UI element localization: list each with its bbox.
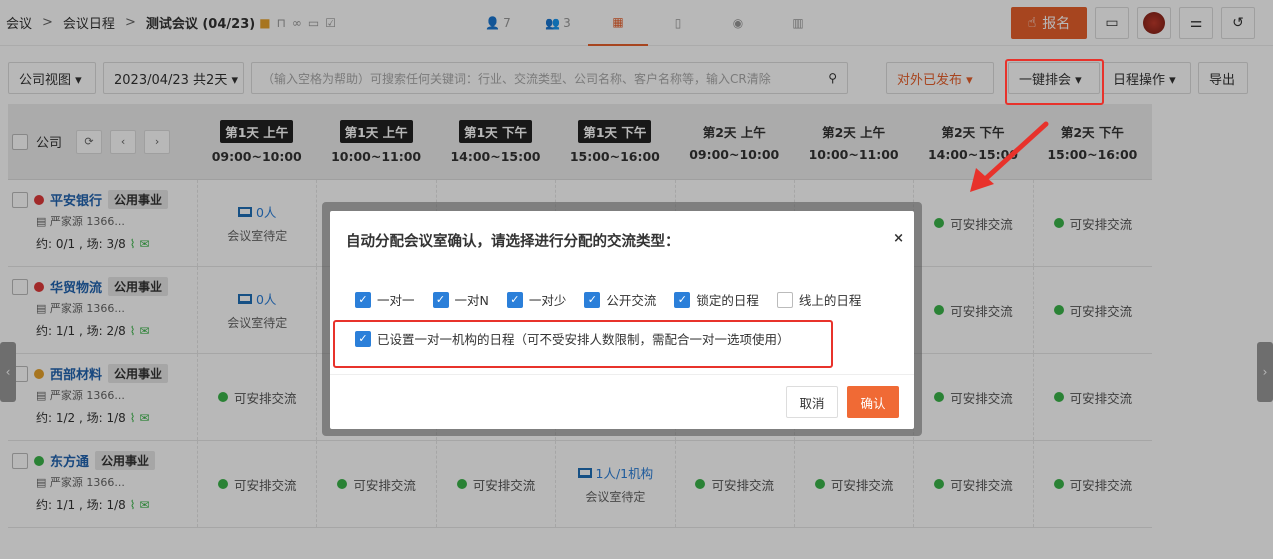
option-checkbox[interactable]: ✓ bbox=[584, 291, 601, 308]
option-label: 锁定的日程 bbox=[696, 293, 759, 308]
exchange-type-option[interactable]: 线上的日程 bbox=[776, 290, 862, 309]
modal-divider bbox=[330, 374, 914, 375]
exchange-type-options: ✓ 一对一 ✓ 一对N ✓ 一对少 ✓ 公开交流 ✓ 锁定的日程 线上的日程 bbox=[355, 290, 861, 309]
option-checkbox[interactable] bbox=[776, 291, 793, 308]
option-checkbox[interactable]: ✓ bbox=[506, 291, 523, 308]
close-icon[interactable]: × bbox=[893, 231, 904, 246]
option-label: 线上的日程 bbox=[798, 293, 862, 308]
option-label: 公开交流 bbox=[606, 293, 657, 308]
exchange-type-option[interactable]: ✓ 一对N bbox=[432, 290, 489, 309]
option-label: 一对少 bbox=[528, 293, 567, 308]
exchange-type-option[interactable]: ✓ 一对少 bbox=[506, 290, 567, 309]
option-checkbox[interactable]: ✓ bbox=[674, 291, 691, 308]
highlight-extra-option bbox=[333, 320, 833, 368]
exchange-type-option[interactable]: ✓ 一对一 bbox=[355, 290, 415, 309]
annotation-arrow-icon bbox=[970, 121, 1049, 192]
highlight-auto-arrange bbox=[1005, 59, 1104, 105]
option-label: 一对一 bbox=[377, 293, 415, 308]
option-label: 一对N bbox=[454, 293, 489, 308]
option-checkbox[interactable]: ✓ bbox=[432, 291, 449, 308]
confirm-button[interactable]: 确认 bbox=[847, 386, 899, 418]
exchange-type-option[interactable]: ✓ 锁定的日程 bbox=[674, 290, 759, 309]
exchange-type-option[interactable]: ✓ 公开交流 bbox=[584, 290, 656, 309]
option-checkbox[interactable]: ✓ bbox=[355, 291, 371, 308]
modal-title: 自动分配会议室确认，请选择进行分配的交流类型： bbox=[346, 234, 680, 250]
cancel-button[interactable]: 取消 bbox=[786, 386, 838, 418]
